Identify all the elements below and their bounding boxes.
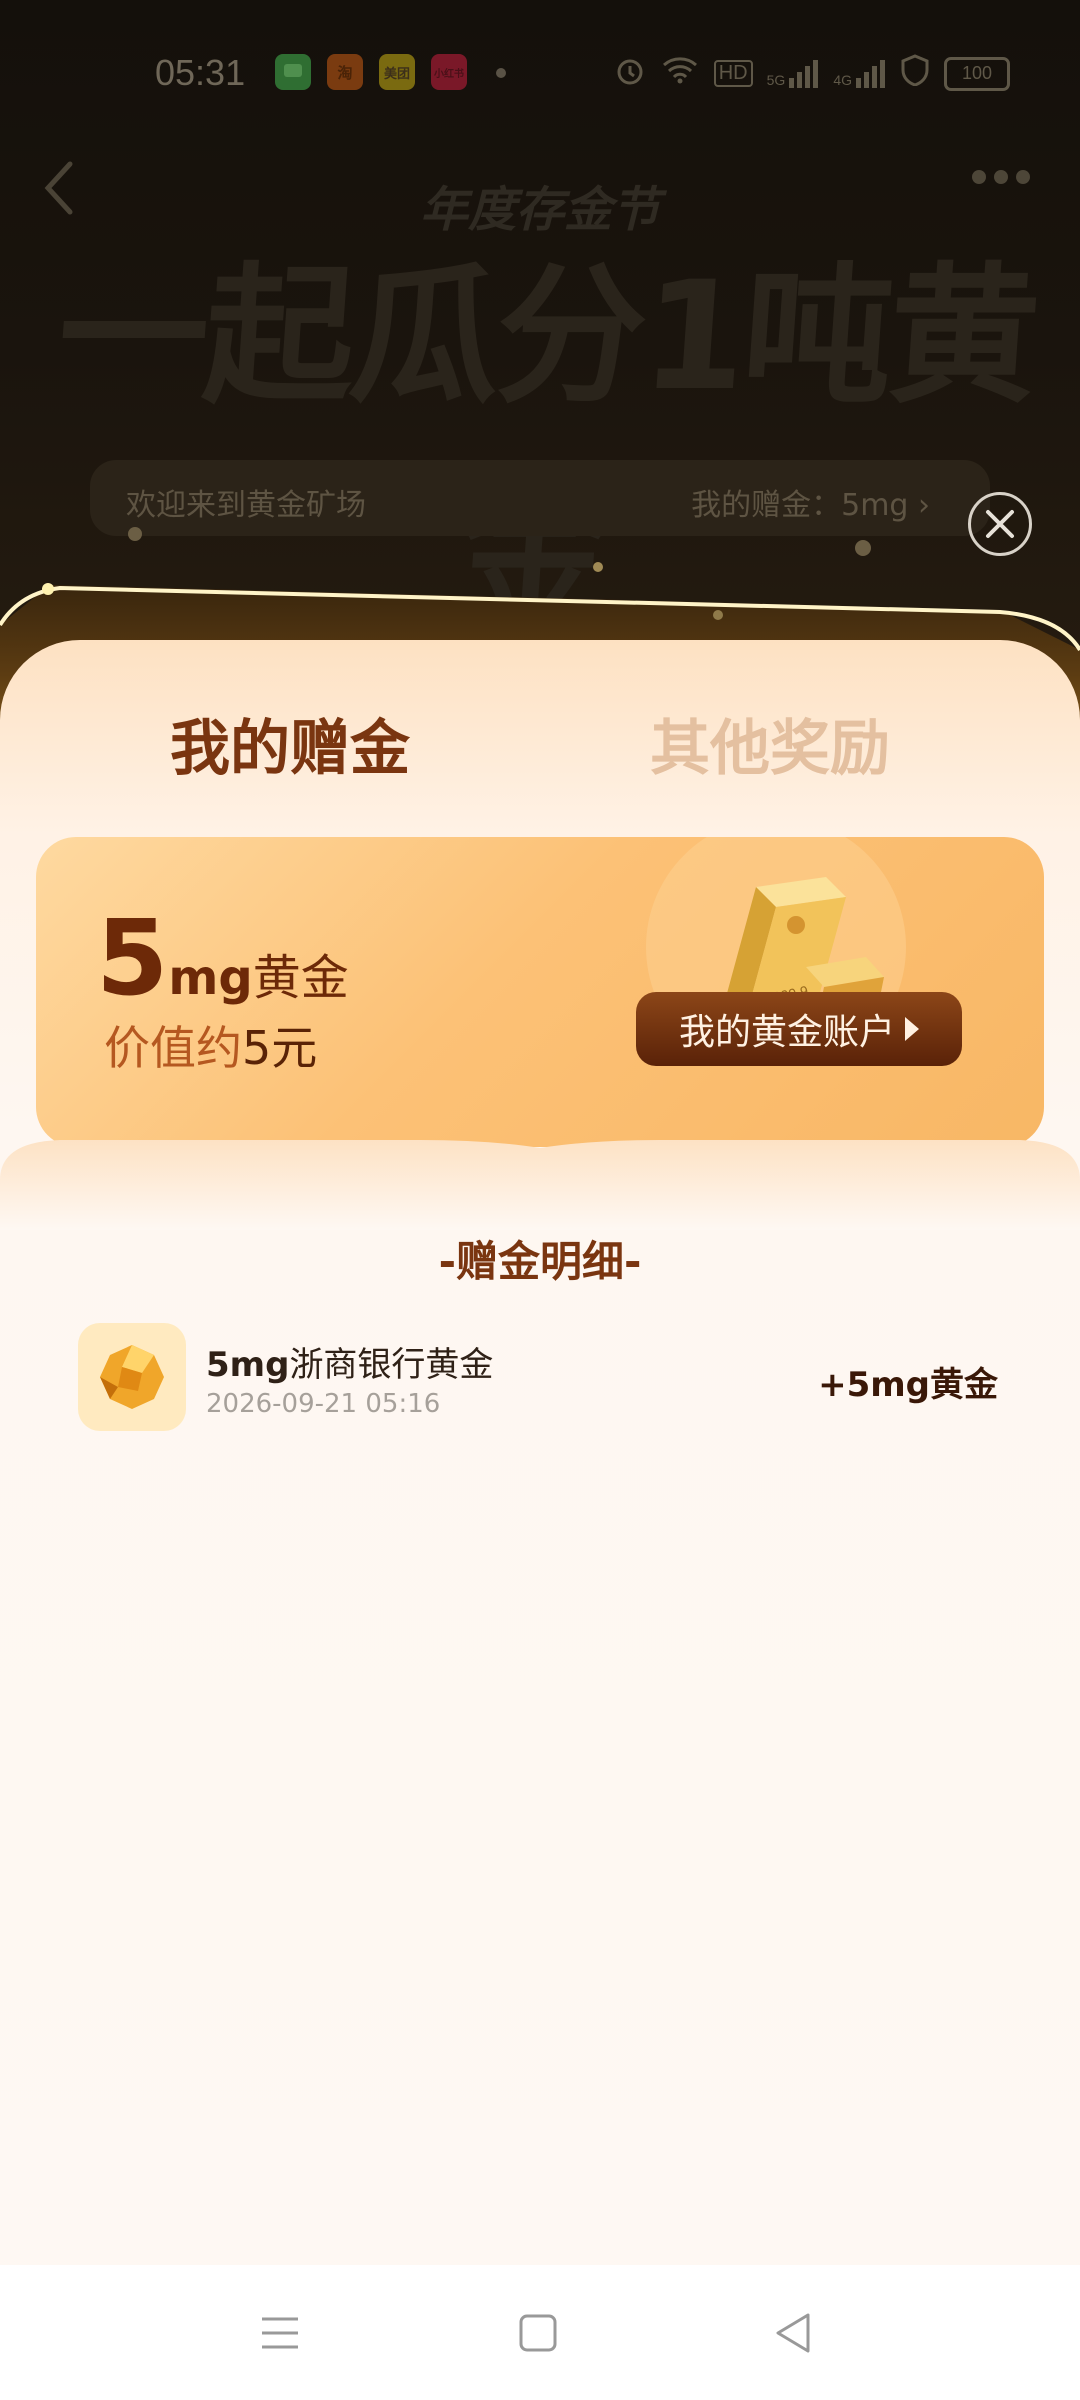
gold-value-amount: 5元: [242, 1021, 318, 1075]
gold-amount-number: 5: [96, 897, 169, 1019]
gold-value: 价值约5元: [104, 1012, 317, 1078]
gold-amount-text: 黄金: [252, 950, 349, 1006]
back-icon[interactable]: [766, 2305, 822, 2361]
record-time: 2026-09-21 05:16: [206, 1389, 441, 1419]
my-gold-account-label: 我的黄金账户: [678, 1012, 895, 1053]
system-nav-bar: [0, 2265, 1080, 2400]
list-item: 5mg浙商银行黄金 2026-09-21 05:16 +5mg黄金: [78, 1323, 1008, 1433]
status-icons: HD 5G 4G 100: [614, 54, 1010, 93]
record-bank-name: 浙商银行黄金: [289, 1345, 494, 1385]
messages-icon: [275, 54, 311, 90]
alarm-icon: [614, 54, 646, 93]
hd-icon: HD: [713, 60, 753, 87]
play-icon: [905, 1017, 919, 1041]
gold-amount-unit: mg: [168, 950, 253, 1006]
battery-icon: 100: [944, 56, 1010, 91]
my-gold-account-button[interactable]: 我的黄金账户: [636, 992, 962, 1066]
taobao-icon: 淘: [327, 54, 363, 90]
welcome-text: 欢迎来到黄金矿场: [126, 488, 366, 523]
status-bar: 05:31 淘 美团 小红书 HD 5G 4G 100: [0, 40, 1080, 104]
signal-5g-label: 5G: [766, 71, 786, 88]
close-button[interactable]: [968, 492, 1032, 556]
tab-my-gift[interactable]: 我的赠金: [170, 700, 410, 787]
meituan-icon: 美团: [379, 54, 415, 90]
signal-5g-icon: 5G: [766, 59, 820, 88]
sparkle: [128, 527, 142, 541]
gift-detail-title: -赠金明细-: [438, 1237, 642, 1286]
gold-value-prefix: 价值约: [104, 1021, 242, 1075]
gold-summary-card: 5mg黄金 价值约5元 AU999.9 我的黄金账户: [36, 837, 1044, 1147]
record-amount-prefix: 5mg: [206, 1345, 290, 1385]
gold-amount: 5mg黄金: [96, 897, 349, 1019]
record-change: +5mg黄金: [818, 1365, 998, 1405]
welcome-bar: 欢迎来到黄金矿场 我的赠金：5mg ›: [90, 460, 990, 536]
wifi-icon: [660, 55, 700, 92]
close-icon: [986, 510, 1014, 538]
menu-icon[interactable]: [252, 2305, 308, 2361]
notification-dot-icon: [496, 68, 506, 78]
shield-icon: [900, 54, 930, 93]
gold-nugget-icon: [78, 1323, 186, 1431]
my-gift-link[interactable]: 我的赠金：5mg ›: [691, 480, 930, 524]
signal-4g-label: 4G: [833, 71, 852, 88]
sparkle: [855, 540, 871, 556]
status-time: 05:31: [155, 52, 246, 93]
record-name: 5mg浙商银行黄金: [206, 1337, 493, 1386]
tab-other-rewards[interactable]: 其他奖励: [650, 700, 890, 787]
card-wave-divider: [0, 1140, 1080, 1230]
home-icon[interactable]: [510, 2305, 566, 2361]
xiaohongshu-icon: 小红书: [431, 54, 467, 90]
signal-4g-icon: 4G: [833, 59, 886, 88]
